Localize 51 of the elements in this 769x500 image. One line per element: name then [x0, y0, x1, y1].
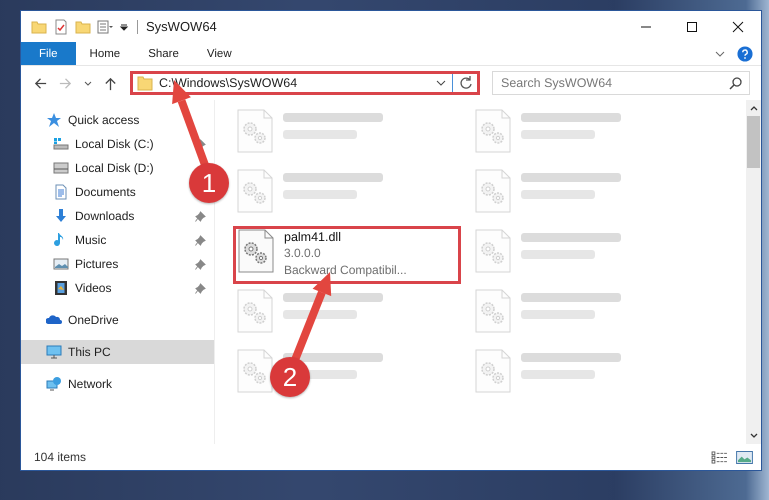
window-title: SysWOW64: [146, 19, 217, 34]
gear-file-icon: [238, 229, 274, 273]
expand-ribbon-icon[interactable]: [715, 48, 725, 58]
search-icon[interactable]: [729, 76, 743, 90]
pin-icon[interactable]: [195, 210, 206, 222]
picture-icon: [53, 256, 69, 272]
star-icon: [46, 112, 62, 128]
drive-icon: [53, 160, 69, 176]
pin-icon[interactable]: [195, 234, 206, 246]
scroll-thumb[interactable]: [747, 116, 760, 168]
search-field[interactable]: Search SysWOW64: [492, 71, 750, 95]
file-name: palm41.dll: [284, 229, 342, 245]
nav-item[interactable]: Local Disk (C:): [21, 132, 214, 156]
help-icon[interactable]: [737, 46, 753, 62]
nav-item[interactable]: Documents: [21, 180, 140, 204]
file-tile[interactable]: palm41.dll 3.0.0.0 Backward Compatibil...: [233, 226, 461, 284]
view-icon[interactable]: [97, 18, 113, 34]
scrollbar[interactable]: [746, 100, 761, 444]
properties-icon[interactable]: [53, 18, 69, 34]
large-icons-view-icon[interactable]: [736, 450, 753, 464]
ribbon-tab[interactable]: Share: [134, 42, 193, 65]
monitor-icon: [46, 344, 62, 360]
item-count: 104 items: [34, 450, 86, 464]
ribbon-tab[interactable]: View: [192, 42, 246, 65]
nav-item[interactable]: OneDrive: [21, 308, 123, 332]
customize-caret-icon[interactable]: [119, 22, 129, 32]
drive-icon: [53, 136, 69, 152]
details-view-icon[interactable]: [711, 450, 728, 464]
film-icon: [53, 280, 69, 296]
file-detail: Backward Compatibil...: [284, 262, 407, 279]
dropdown-caret-icon[interactable]: [436, 78, 446, 88]
up-arrow-icon[interactable]: [103, 76, 118, 90]
nav-item[interactable]: Downloads: [21, 204, 214, 228]
nav-item[interactable]: Music: [21, 228, 214, 252]
nav-item[interactable]: Quick access: [21, 108, 144, 132]
ribbon-tab[interactable]: Home: [76, 42, 134, 65]
refresh-icon[interactable]: [459, 76, 473, 90]
file-detail: 3.0.0.0: [284, 245, 322, 262]
network-icon: [46, 376, 62, 392]
nav-item[interactable]: Videos: [21, 276, 214, 300]
nav-item[interactable]: This PC: [21, 340, 214, 364]
pin-icon[interactable]: [195, 282, 206, 294]
back-arrow-icon[interactable]: [33, 76, 48, 90]
nav-item[interactable]: Local Disk (D:): [21, 156, 158, 180]
ribbon-tab[interactable]: File: [21, 42, 76, 65]
document-icon: [53, 184, 69, 200]
pin-icon[interactable]: [195, 258, 206, 270]
nav-item[interactable]: Pictures: [21, 252, 214, 276]
folder-icon: [137, 75, 153, 91]
nav-item[interactable]: Network: [21, 372, 116, 396]
down-arrow-icon: [53, 208, 69, 224]
